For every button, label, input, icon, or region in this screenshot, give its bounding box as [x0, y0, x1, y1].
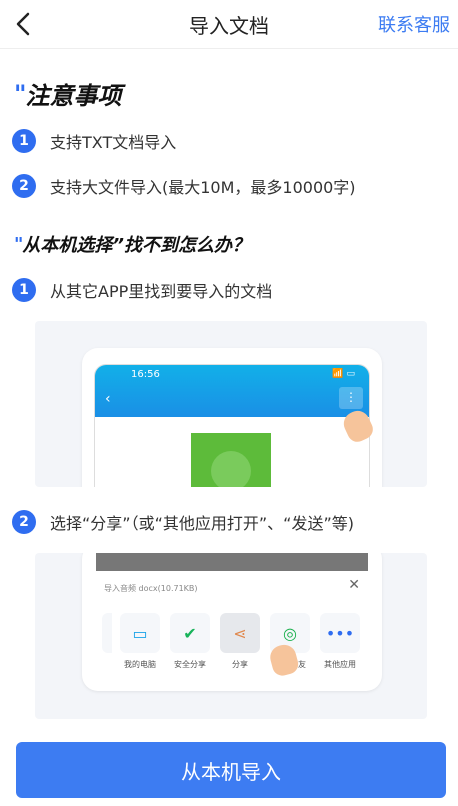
phone-mockup: 16:56 📶 ▭ ‹ ⋮ — [82, 348, 382, 487]
shield-icon: ✔ — [170, 613, 210, 653]
logo-icon — [211, 451, 251, 487]
share-app-item: ⋖ 分享 — [218, 613, 262, 670]
computer-icon: ▭ — [120, 613, 160, 653]
help-step-2: 2 选择“分享”（或“其他应用打开”、“发送”等) — [12, 510, 354, 534]
help-step-text: 从其它APP里找到要导入的文档 — [50, 282, 273, 301]
share-icon: ⋖ — [220, 613, 260, 653]
illustration-card-2: 导入音频 docx(10.71KB) ✕ ▭ 我的电脑 ✔ 安全分享 ⋖ 分享 … — [35, 553, 427, 719]
step-number-badge: 1 — [12, 129, 36, 153]
phone-screen: 16:56 📶 ▭ ‹ ⋮ — [94, 364, 370, 487]
notes-title: 注意事项 — [25, 82, 122, 110]
document-thumbnail — [191, 433, 271, 487]
phone-mockup: 导入音频 docx(10.71KB) ✕ ▭ 我的电脑 ✔ 安全分享 ⋖ 分享 … — [82, 553, 382, 691]
phone-time: 16:56 — [131, 369, 160, 380]
step-number-badge: 2 — [12, 174, 36, 198]
illustration-card-1: 16:56 📶 ▭ ‹ ⋮ — [35, 321, 427, 487]
import-from-device-button[interactable]: 从本机导入 — [16, 742, 446, 798]
share-app-label: 其他应用 — [324, 660, 356, 669]
notes-heading: " 注意事项 — [14, 76, 122, 111]
share-app-label: 我的电脑 — [124, 660, 156, 669]
note-item-1: 1 支持TXT文档导入 — [12, 129, 176, 153]
share-app-list: ▭ 我的电脑 ✔ 安全分享 ⋖ 分享 ◎ 微信好友 ••• 其他应用 — [96, 613, 368, 670]
help-step-text: 选择“分享”（或“其他应用打开”、“发送”等) — [50, 514, 354, 533]
note-text: 支持大文件导入(最大10M，最多10000字) — [50, 178, 356, 197]
help-heading: " 从本机选择”找不到怎么办？ — [14, 231, 250, 257]
step-number-badge: 2 — [12, 510, 36, 534]
quote-mark-icon: " — [14, 79, 26, 108]
back-icon: ‹ — [105, 391, 111, 407]
help-title: 从本机选择”找不到怎么办？ — [22, 235, 250, 256]
share-sheet: 导入音频 docx(10.71KB) ✕ ▭ 我的电脑 ✔ 安全分享 ⋖ 分享 … — [96, 571, 368, 681]
quote-mark-icon: " — [14, 233, 24, 255]
partial-app — [102, 613, 112, 670]
more-options-icon: ⋮ — [339, 387, 363, 409]
share-app-label: 分享 — [232, 660, 248, 669]
contact-support-link[interactable]: 联系客服 — [378, 11, 450, 37]
top-nav-bar: 导入文档 联系客服 — [0, 0, 458, 49]
status-icons: 📶 ▭ — [332, 369, 355, 379]
note-item-2: 2 支持大文件导入(最大10M，最多10000字) — [12, 174, 356, 198]
note-text: 支持TXT文档导入 — [50, 133, 177, 152]
share-app-item: ▭ 我的电脑 — [118, 613, 162, 670]
share-app-item: ••• 其他应用 — [318, 613, 362, 670]
file-name: 导入音频 docx(10.71KB) — [104, 584, 198, 593]
share-app-label: 安全分享 — [174, 660, 206, 669]
more-icon: ••• — [320, 613, 360, 653]
dimmed-background — [96, 553, 368, 571]
share-app-item: ✔ 安全分享 — [168, 613, 212, 670]
help-step-1: 1 从其它APP里找到要导入的文档 — [12, 278, 272, 302]
phone-topbar: 16:56 📶 ▭ ‹ ⋮ — [95, 365, 369, 417]
step-number-badge: 1 — [12, 278, 36, 302]
close-icon: ✕ — [348, 577, 360, 593]
